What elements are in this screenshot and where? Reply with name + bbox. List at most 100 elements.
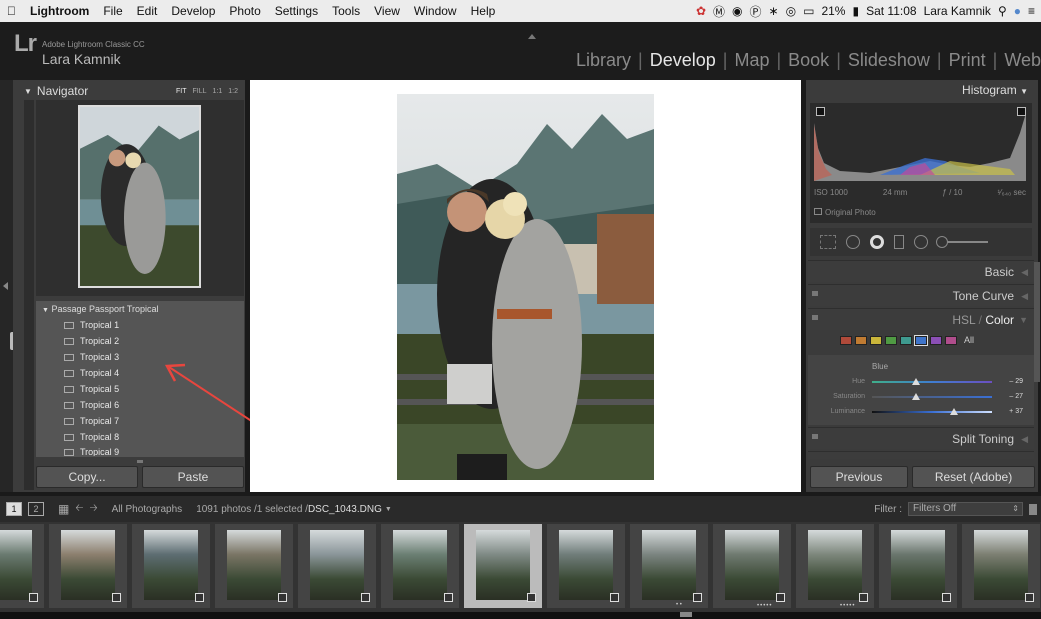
filename-dropdown-icon[interactable]: ▼ bbox=[385, 506, 392, 513]
grid-view-icon[interactable]: ▦ bbox=[58, 502, 69, 516]
menu-settings[interactable]: Settings bbox=[268, 4, 325, 18]
all-colors-button[interactable]: All bbox=[964, 335, 974, 345]
preset-group-passage-passport-tropical[interactable]: ▼ Passage Passport Tropical bbox=[42, 304, 159, 314]
navigator-header[interactable]: ▼ Navigator FIT FILL 1:1 1:2 bbox=[24, 83, 246, 99]
develop-badge-icon[interactable] bbox=[1025, 593, 1034, 602]
color-swatch[interactable] bbox=[945, 335, 957, 345]
color-swatch[interactable] bbox=[914, 334, 928, 346]
clock[interactable]: Sat 11:08 bbox=[866, 4, 916, 18]
status-m-icon[interactable]: Ⓜ bbox=[713, 3, 725, 20]
red-eye-icon[interactable] bbox=[870, 235, 884, 249]
menu-app[interactable]: Lightroom bbox=[23, 4, 96, 18]
navigator-thumbnail[interactable] bbox=[78, 105, 201, 288]
filmstrip-thumbnail[interactable] bbox=[879, 524, 957, 608]
hue-thumb[interactable] bbox=[912, 378, 921, 385]
preset-item[interactable]: Tropical 8 bbox=[64, 432, 119, 442]
develop-badge-icon[interactable] bbox=[195, 593, 204, 602]
highlight-clipping-icon[interactable] bbox=[1017, 107, 1026, 116]
status-eye-icon[interactable]: ◉ bbox=[732, 4, 742, 18]
module-map[interactable]: Map bbox=[730, 50, 773, 71]
split-toning-section-header[interactable]: Split Toning ◀ bbox=[808, 427, 1034, 449]
spotlight-search-icon[interactable]: ⚲ bbox=[998, 4, 1007, 18]
reset-button[interactable]: Reset (Adobe) bbox=[912, 466, 1035, 488]
wifi-icon[interactable]: ◎ bbox=[786, 4, 796, 18]
secondary-window-button[interactable]: 2 bbox=[28, 502, 44, 516]
zoom-1-2[interactable]: 1:2 bbox=[228, 88, 238, 95]
hue-value[interactable]: – 29 bbox=[1009, 378, 1023, 385]
menu-develop[interactable]: Develop bbox=[164, 4, 222, 18]
develop-badge-icon[interactable] bbox=[29, 593, 38, 602]
basic-section-header[interactable]: Basic ◀ bbox=[808, 260, 1034, 282]
menu-help[interactable]: Help bbox=[464, 4, 503, 18]
filmstrip-thumbnail[interactable] bbox=[796, 524, 874, 608]
filmstrip-thumbnail[interactable] bbox=[464, 524, 542, 608]
preset-item[interactable]: Tropical 4 bbox=[64, 368, 119, 378]
develop-badge-icon[interactable] bbox=[942, 593, 951, 602]
source-label[interactable]: All Photographs bbox=[112, 504, 183, 515]
tab-hsl[interactable]: HSL bbox=[952, 313, 975, 327]
back-arrow-icon[interactable]: 🡠 bbox=[75, 501, 83, 518]
tab-color[interactable]: Color bbox=[985, 313, 1014, 327]
status-p-icon[interactable]: Ⓟ bbox=[750, 3, 762, 20]
preset-item[interactable]: Tropical 7 bbox=[64, 416, 119, 426]
develop-badge-icon[interactable] bbox=[278, 593, 287, 602]
top-panel-toggle-icon[interactable] bbox=[528, 34, 536, 39]
develop-badge-icon[interactable] bbox=[112, 593, 121, 602]
airplay-icon[interactable]: ▭ bbox=[803, 4, 814, 18]
hue-track[interactable] bbox=[872, 378, 992, 385]
preset-item[interactable]: Tropical 9 bbox=[64, 448, 119, 456]
zoom-1-1[interactable]: 1:1 bbox=[213, 88, 223, 95]
bluetooth-icon[interactable]: ∗ bbox=[769, 4, 779, 18]
panel-switch-icon[interactable] bbox=[812, 315, 818, 320]
radial-filter-icon[interactable] bbox=[914, 235, 928, 249]
menu-photo[interactable]: Photo bbox=[222, 4, 267, 18]
panel-switch-icon[interactable] bbox=[812, 434, 818, 439]
luminance-value[interactable]: + 37 bbox=[1009, 408, 1023, 415]
color-swatch[interactable] bbox=[930, 335, 942, 345]
module-library[interactable]: Library bbox=[572, 50, 635, 71]
notification-list-icon[interactable]: ≡ bbox=[1028, 4, 1035, 18]
user-name[interactable]: Lara Kamnik bbox=[924, 4, 991, 18]
filmstrip-thumbnail[interactable] bbox=[962, 524, 1040, 608]
luminance-thumb[interactable] bbox=[949, 408, 958, 415]
filmstrip-thumbnail[interactable] bbox=[0, 524, 44, 608]
preset-item[interactable]: Tropical 3 bbox=[64, 352, 119, 362]
module-web[interactable]: Web bbox=[1000, 50, 1041, 71]
next-section-header[interactable] bbox=[808, 451, 1034, 459]
zoom-fill[interactable]: FILL bbox=[193, 88, 207, 95]
main-photo[interactable] bbox=[397, 94, 654, 480]
luminance-track[interactable] bbox=[872, 408, 992, 415]
color-swatch[interactable] bbox=[840, 335, 852, 345]
right-panel-scrollbar[interactable] bbox=[1034, 262, 1040, 382]
filter-select[interactable]: Filters Off ⇕ bbox=[908, 502, 1023, 516]
siri-icon[interactable]: ● bbox=[1014, 4, 1021, 18]
adjustment-brush-icon[interactable] bbox=[936, 236, 988, 248]
module-book[interactable]: Book bbox=[784, 50, 833, 71]
menu-tools[interactable]: Tools bbox=[325, 4, 367, 18]
battery-icon[interactable]: ▮ bbox=[852, 4, 859, 18]
forward-arrow-icon[interactable]: 🡢 bbox=[89, 501, 97, 518]
histogram[interactable] bbox=[810, 103, 1032, 223]
develop-badge-icon[interactable] bbox=[610, 593, 619, 602]
filmstrip-scroll-thumb[interactable] bbox=[680, 612, 692, 617]
hsl-color-section-header[interactable]: HSL / Color ▼ bbox=[808, 308, 1034, 330]
color-swatch[interactable] bbox=[900, 335, 912, 345]
tone-curve-section-header[interactable]: Tone Curve ◀ bbox=[808, 284, 1034, 306]
menu-file[interactable]: File bbox=[96, 4, 129, 18]
menu-window[interactable]: Window bbox=[407, 4, 464, 18]
panel-resize-handle[interactable] bbox=[137, 460, 143, 463]
module-develop[interactable]: Develop bbox=[646, 50, 720, 71]
module-slideshow[interactable]: Slideshow bbox=[844, 50, 934, 71]
zoom-fit[interactable]: FIT bbox=[176, 88, 187, 95]
copy-button[interactable]: Copy... bbox=[36, 466, 138, 488]
filmstrip-thumbnail[interactable] bbox=[381, 524, 459, 608]
left-panel-toggle-icon[interactable] bbox=[3, 282, 8, 290]
crop-overlay-icon[interactable] bbox=[820, 235, 836, 249]
filter-lock-icon[interactable] bbox=[1029, 503, 1037, 515]
develop-badge-icon[interactable] bbox=[693, 593, 702, 602]
filmstrip-thumbnail[interactable] bbox=[298, 524, 376, 608]
color-swatch[interactable] bbox=[855, 335, 867, 345]
filmstrip-thumbnail[interactable] bbox=[215, 524, 293, 608]
develop-badge-icon[interactable] bbox=[361, 593, 370, 602]
saturation-track[interactable] bbox=[872, 393, 992, 400]
